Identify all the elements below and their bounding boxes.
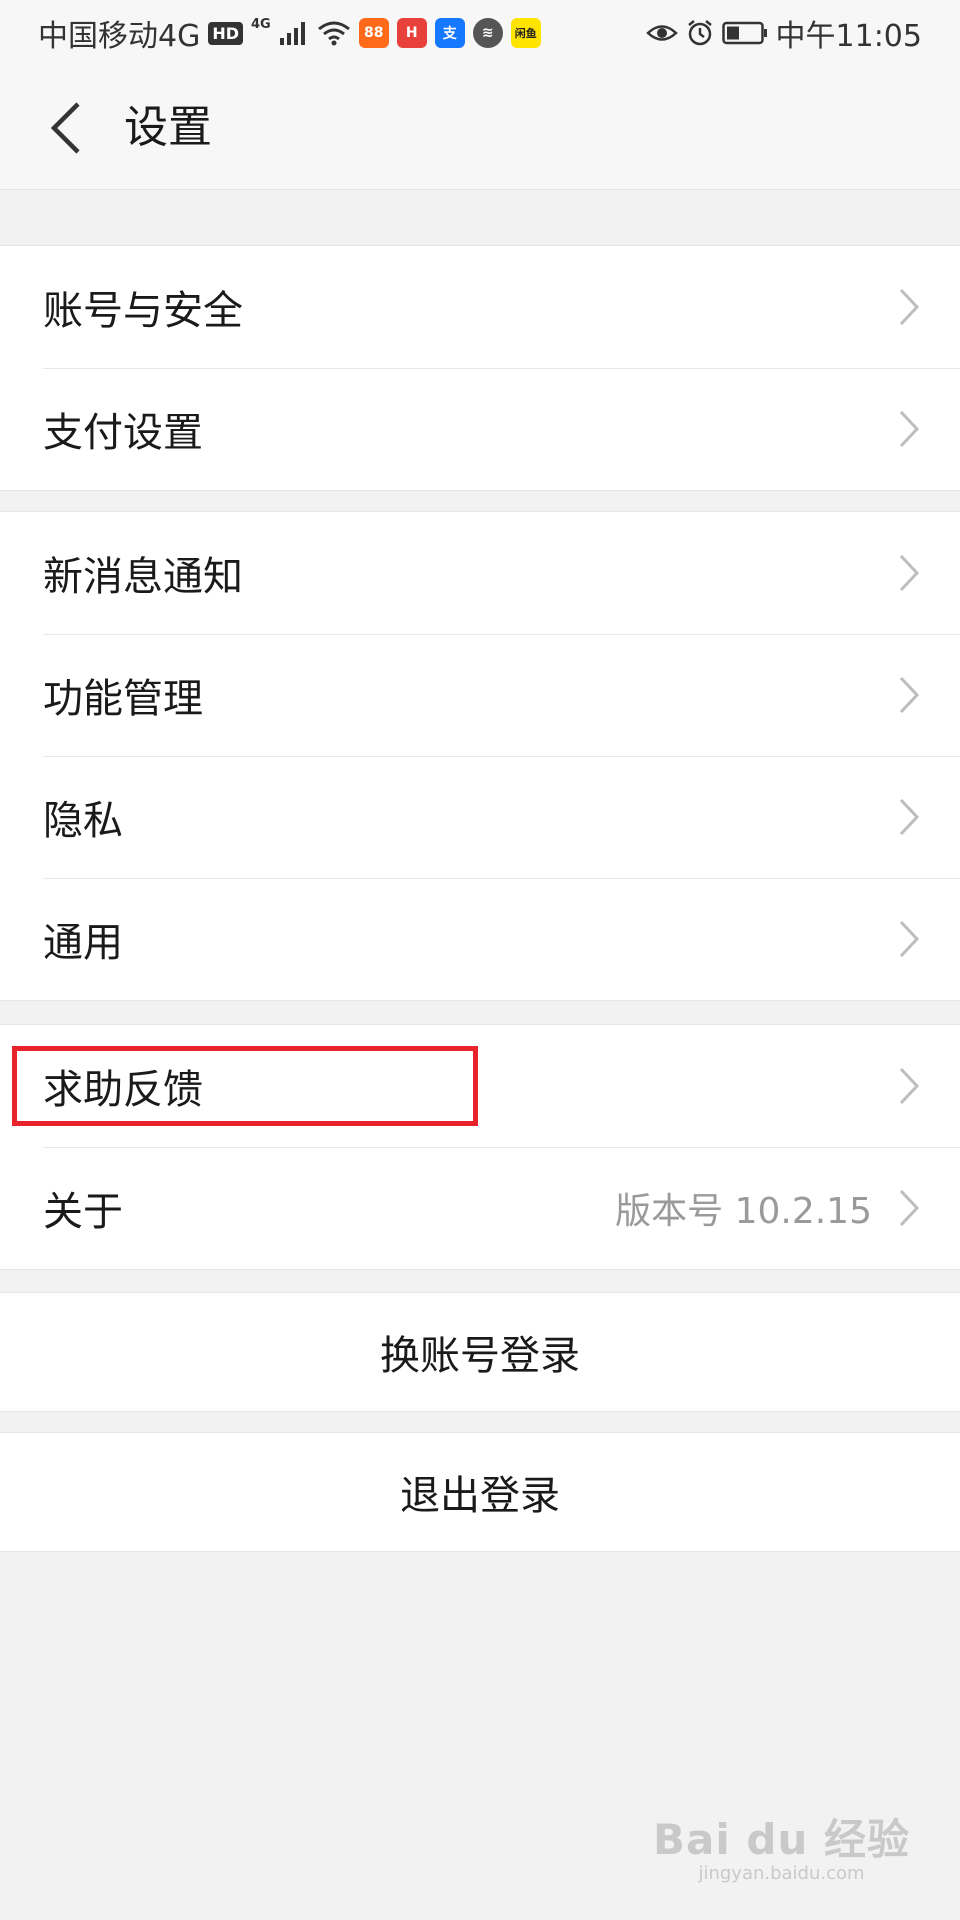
version-number: 版本号 10.2.15 bbox=[615, 1191, 872, 1232]
chevron-right-icon bbox=[898, 1066, 920, 1106]
back-button[interactable] bbox=[40, 96, 90, 160]
setting-label: 求助反馈 bbox=[43, 1067, 203, 1113]
nav-bar: 设置 bbox=[0, 66, 960, 190]
kuaishou-icon: 88 bbox=[358, 18, 389, 48]
setting-label: 关于 bbox=[43, 1189, 123, 1235]
setting-row-payment[interactable]: 支付设置 bbox=[0, 368, 960, 490]
status-bar: 中国移动4G HD 4G 88 H 支 ≋ 闲鱼 中午11:05 bbox=[0, 0, 960, 66]
setting-label: 账号与安全 bbox=[43, 288, 243, 334]
carrier-name: 中国移动4G bbox=[38, 19, 201, 54]
settings-group-general: 新消息通知 功能管理 隐私 通用 bbox=[0, 511, 960, 1001]
signal-icon bbox=[279, 20, 309, 46]
setting-label: 功能管理 bbox=[43, 676, 203, 722]
network-type: 4G bbox=[251, 17, 271, 32]
setting-row-notifications[interactable]: 新消息通知 bbox=[0, 512, 960, 634]
settings-group-account: 账号与安全 支付设置 bbox=[0, 245, 960, 491]
setting-row-help-feedback[interactable]: 求助反馈 bbox=[0, 1025, 960, 1147]
clock-time: 中午11:05 bbox=[775, 19, 922, 54]
battery-icon bbox=[721, 21, 768, 45]
setting-label: 隐私 bbox=[43, 798, 123, 844]
chevron-right-icon bbox=[898, 553, 920, 593]
status-bar-right: 中午11:05 bbox=[645, 11, 922, 55]
hd-badge: HD bbox=[208, 21, 244, 45]
setting-label: 通用 bbox=[43, 920, 123, 966]
setting-row-features[interactable]: 功能管理 bbox=[0, 634, 960, 756]
chevron-right-icon bbox=[898, 919, 920, 959]
setting-row-account-security[interactable]: 账号与安全 bbox=[0, 246, 960, 368]
xianyu-icon: 闲鱼 bbox=[510, 18, 541, 48]
setting-row-about[interactable]: 关于 版本号 10.2.15 bbox=[0, 1147, 960, 1269]
settings-group-help: 求助反馈 关于 版本号 10.2.15 bbox=[0, 1024, 960, 1270]
huawei-appgallery-icon: H bbox=[396, 18, 427, 48]
setting-label: 支付设置 bbox=[43, 410, 203, 456]
status-bar-left: 中国移动4G HD 4G 88 H 支 ≋ 闲鱼 bbox=[38, 11, 541, 55]
chevron-right-icon bbox=[898, 675, 920, 715]
alipay-icon: 支 bbox=[434, 18, 465, 48]
watermark-brand: Bai du 经验 bbox=[653, 1815, 910, 1864]
voice-assistant-icon: ≋ bbox=[472, 18, 503, 48]
setting-row-general[interactable]: 通用 bbox=[0, 878, 960, 1000]
wifi-icon bbox=[317, 20, 351, 46]
setting-label: 新消息通知 bbox=[43, 554, 243, 600]
eye-icon bbox=[645, 22, 678, 44]
page-title: 设置 bbox=[124, 102, 212, 153]
chevron-right-icon bbox=[898, 797, 920, 837]
back-arrow-icon bbox=[50, 102, 80, 154]
switch-account-button[interactable]: 换账号登录 bbox=[0, 1292, 960, 1412]
chevron-right-icon bbox=[898, 1188, 920, 1228]
chevron-right-icon bbox=[898, 409, 920, 449]
alarm-icon bbox=[686, 19, 714, 47]
chevron-right-icon bbox=[898, 287, 920, 327]
setting-row-privacy[interactable]: 隐私 bbox=[0, 756, 960, 878]
logout-button[interactable]: 退出登录 bbox=[0, 1432, 960, 1552]
watermark: Bai du 经验 jingyan.baidu.com bbox=[653, 1806, 910, 1884]
